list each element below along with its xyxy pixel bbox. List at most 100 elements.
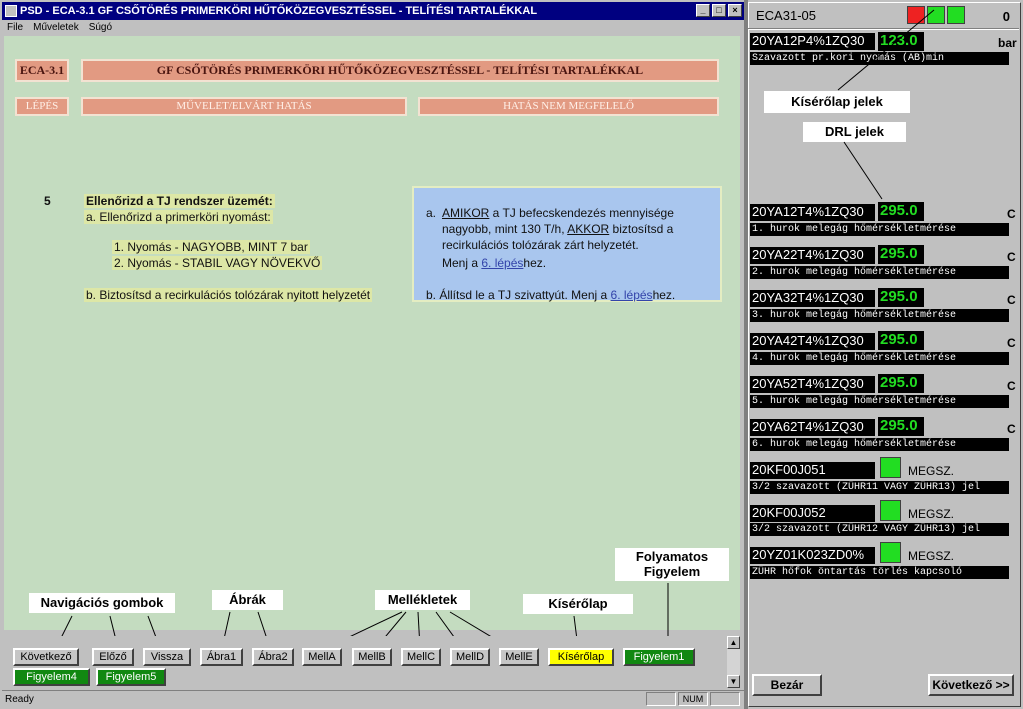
melld-button[interactable]: MellD — [450, 648, 490, 666]
fail-action-box: a. AMIKOR a TJ befecskendezés mennyisége… — [412, 186, 722, 302]
fail-b-line: b. Állítsd le a TJ szivattyút. Menj a 6.… — [426, 288, 675, 302]
button-row: Következő Előző Vissza Ábra1 Ábra2 MellA… — [4, 636, 726, 688]
lamp-text: MEGSZ. — [908, 507, 955, 521]
fail-b-pre: b. Állítsd le a TJ szivattyút. Menj a — [426, 288, 611, 302]
signal-code: 20YA62T4%1ZQ30 — [750, 419, 875, 436]
lamp-code: 20YZ01K023ZD0% — [750, 547, 875, 564]
procedure-code: ECA-3.1 — [15, 59, 69, 82]
callout-navigation: Navigációs gombok — [29, 593, 175, 613]
signal-unit: C — [1007, 336, 1016, 350]
status-lamp-icon — [880, 457, 901, 478]
signal-value: 295.0 — [878, 374, 924, 393]
column-action-header: MŰVELET/ELVÁRT HATÁS — [81, 97, 407, 116]
figyelem1-button[interactable]: Figyelem1 — [623, 648, 695, 666]
scroll-down-icon[interactable]: ▼ — [727, 675, 740, 688]
abra1-button[interactable]: Ábra1 — [200, 648, 243, 666]
status-panel-empty-2 — [710, 692, 740, 706]
step-number: 5 — [44, 194, 51, 208]
status-num: NUM — [678, 692, 708, 706]
close-panel-button[interactable]: Bezár — [752, 674, 822, 696]
signal-code: 20YA12P4%1ZQ30 — [750, 33, 875, 50]
signal-code: 20YA42T4%1ZQ30 — [750, 333, 875, 350]
menu-muveletek[interactable]: Műveletek — [33, 20, 79, 35]
menu-sugo[interactable]: Súgó — [89, 20, 112, 35]
mellc-button[interactable]: MellC — [401, 648, 441, 666]
prev-step-button[interactable]: Előző — [92, 648, 134, 666]
status-indicator-red — [907, 6, 925, 24]
minimize-button[interactable]: _ — [696, 4, 710, 17]
keyword-akkor: AKKOR — [567, 222, 610, 236]
window-title: PSD - ECA-3.1 GF CSŐTÖRÉS PRIMERKÖRI HŰT… — [20, 5, 538, 17]
kiserolap-button[interactable]: Kísérőlap — [548, 648, 614, 666]
lamp-text: MEGSZ. — [908, 549, 955, 563]
abra2-button[interactable]: Ábra2 — [252, 648, 294, 666]
signal-description: 4. hurok melegág hőmérsékletmérése — [750, 352, 1009, 365]
back-button[interactable]: Vissza — [143, 648, 191, 666]
link-step-6-b[interactable]: 6. lépés — [611, 288, 653, 302]
lamp-description: 3/2 szavazott (ZÜHR12 VAGY ZÜHR13) jel — [750, 523, 1009, 536]
panel-title: ECA31-05 — [756, 8, 816, 23]
signal-code: 20YA52T4%1ZQ30 — [750, 376, 875, 393]
step-item-a2: 2. Nyomás - STABIL VAGY NÖVEKVŐ — [112, 256, 323, 270]
fail-a-line1: AMIKOR a TJ befecskendezés mennyisége — [442, 206, 674, 220]
status-indicator-green-2 — [947, 6, 965, 24]
figyelem4-button[interactable]: Figyelem4 — [13, 668, 90, 686]
mella-button[interactable]: MellA — [302, 648, 342, 666]
mellb-button[interactable]: MellB — [352, 648, 392, 666]
step-item-a: a. Ellenőrizd a primerköri nyomást: — [84, 210, 273, 224]
lamp-code: 20KF00J051 — [750, 462, 875, 479]
panel-divider — [748, 28, 1019, 30]
callout-figyelem: Figyelem — [643, 564, 701, 579]
step-item-b: b. Biztosítsd a recirkulációs tolózárak … — [84, 288, 373, 302]
procedure-content: ECA-3.1 GF CSŐTÖRÉS PRIMERKÖRI HŰTŐKÖZEG… — [4, 36, 740, 630]
step-title: Ellenőrizd a TJ rendszer üzemét: — [84, 194, 275, 208]
next-step-button[interactable]: Következő — [13, 648, 79, 666]
signal-unit: C — [1007, 293, 1016, 307]
column-step-header: LÉPÉS — [15, 97, 69, 116]
signal-unit: bar — [998, 36, 1017, 50]
signal-unit: C — [1007, 250, 1016, 264]
panel-next-button[interactable]: Következő >> — [928, 674, 1014, 696]
signal-description: 3. hurok melegág hőmérsékletmérése — [750, 309, 1009, 322]
signal-value: 295.0 — [878, 331, 924, 350]
callout-drl-jelek: DRL jelek — [803, 122, 906, 142]
vertical-scrollbar[interactable]: ▲ ▼ — [727, 636, 740, 688]
signal-unit: C — [1007, 422, 1016, 436]
signal-code: 20YA22T4%1ZQ30 — [750, 247, 875, 264]
scroll-up-icon[interactable]: ▲ — [727, 636, 740, 649]
status-bar: Ready NUM — [2, 690, 744, 707]
fail-a-line3: recirkulációs tolózárak zárt helyzetét. — [442, 238, 639, 252]
lamp-description: ZÜHR hőfok öntartás törlés kapcsoló — [750, 566, 1009, 579]
signal-value: 295.0 — [878, 288, 924, 307]
figyelem5-button[interactable]: Figyelem5 — [96, 668, 166, 686]
procedure-window: PSD - ECA-3.1 GF CSŐTÖRÉS PRIMERKÖRI HŰT… — [0, 0, 746, 709]
fail-a-prefix: a. — [426, 206, 437, 220]
column-fail-header: HATÁS NEM MEGFELELŐ — [418, 97, 719, 116]
signal-unit: C — [1007, 207, 1016, 221]
signal-value: 295.0 — [878, 202, 924, 221]
signal-value: 123.0 — [878, 32, 924, 51]
melle-button[interactable]: MellE — [499, 648, 539, 666]
maximize-button[interactable]: □ — [712, 4, 726, 17]
status-panel-empty — [646, 692, 676, 706]
fail-a-line2-text: biztosítsd a — [609, 222, 674, 236]
link-step-6-a[interactable]: 6. lépés — [481, 256, 523, 270]
signal-description: 5. hurok melegág hőmérsékletmérése — [750, 395, 1009, 408]
signal-code: 20YA32T4%1ZQ30 — [750, 290, 875, 307]
callout-folyamatos: Folyamatos — [635, 549, 709, 564]
status-lamp-icon — [880, 500, 901, 521]
callout-abrak: Ábrák — [212, 590, 283, 610]
app-icon — [5, 5, 17, 17]
signal-value: 295.0 — [878, 245, 924, 264]
lamp-description: 3/2 szavazott (ZÜHR11 VAGY ZÜHR13) jel — [750, 481, 1009, 494]
close-window-button[interactable]: × — [728, 4, 742, 17]
callout-kiserolap: Kísérőlap — [523, 594, 633, 614]
signal-description: 2. hurok melegág hőmérsékletmérése — [750, 266, 1009, 279]
window-titlebar: PSD - ECA-3.1 GF CSŐTÖRÉS PRIMERKÖRI HŰT… — [2, 2, 744, 20]
panel-count: 0 — [1002, 9, 1010, 24]
menu-file[interactable]: File — [7, 20, 23, 35]
signal-code: 20YA12T4%1ZQ30 — [750, 204, 875, 221]
status-text: Ready — [5, 694, 34, 705]
callout-mellekletek: Mellékletek — [375, 590, 470, 610]
fail-a-line4-post: hez. — [523, 256, 547, 270]
